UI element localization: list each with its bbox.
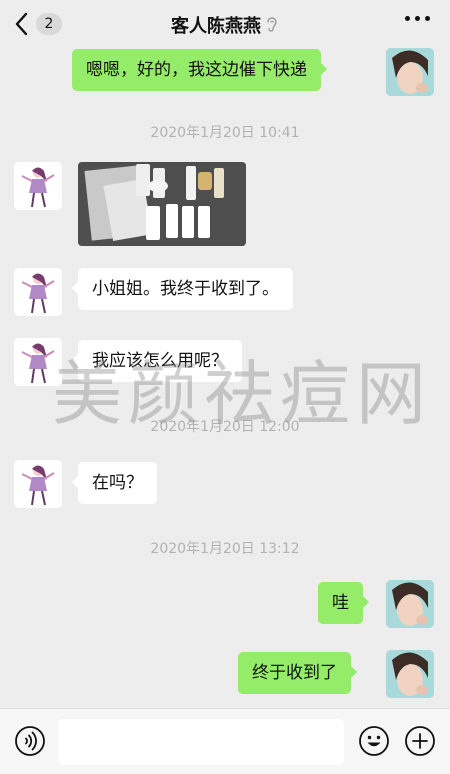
message-bubble-incoming[interactable]: 在吗？ bbox=[72, 462, 157, 504]
ear-icon bbox=[265, 16, 279, 39]
timestamp: 2020年1月20日 12:00 bbox=[150, 419, 300, 435]
message-bubble-incoming[interactable]: 我应该怎么用呢？ bbox=[72, 340, 242, 382]
avatar-self[interactable] bbox=[386, 48, 434, 96]
input-bar bbox=[0, 708, 450, 774]
message-bubble-outgoing[interactable]: 哇 bbox=[318, 582, 369, 624]
avatar-self[interactable] bbox=[386, 580, 434, 628]
message-bubble-outgoing[interactable]: 终于收到了 bbox=[238, 652, 357, 694]
plus-icon[interactable] bbox=[404, 725, 436, 757]
voice-icon[interactable] bbox=[14, 725, 46, 757]
avatar-contact[interactable] bbox=[14, 162, 62, 210]
message-bubble-outgoing[interactable]: 嗯嗯，好的，我这边催下快递 bbox=[72, 49, 327, 91]
message-input[interactable] bbox=[58, 719, 344, 765]
message-list[interactable]: 嗯嗯，好的，我这边催下快递 2020年1月20日 10:41 小姐姐。我终于收到… bbox=[0, 48, 450, 708]
avatar-contact[interactable] bbox=[14, 268, 62, 316]
timestamp: 2020年1月20日 13:12 bbox=[150, 541, 300, 557]
message-bubble-incoming[interactable]: 小姐姐。我终于收到了。 bbox=[72, 268, 293, 310]
avatar-contact[interactable] bbox=[14, 338, 62, 386]
more-icon[interactable] bbox=[405, 16, 430, 21]
timestamp: 2020年1月20日 10:41 bbox=[150, 125, 300, 141]
chat-header: 2 客人陈燕燕 bbox=[0, 0, 450, 48]
contact-name: 客人陈燕燕 bbox=[171, 16, 261, 37]
avatar-self[interactable] bbox=[386, 650, 434, 698]
avatar-contact[interactable] bbox=[14, 460, 62, 508]
chat-title: 客人陈燕燕 bbox=[0, 12, 450, 39]
emoji-icon[interactable] bbox=[358, 725, 390, 757]
product-photo[interactable] bbox=[78, 162, 246, 246]
